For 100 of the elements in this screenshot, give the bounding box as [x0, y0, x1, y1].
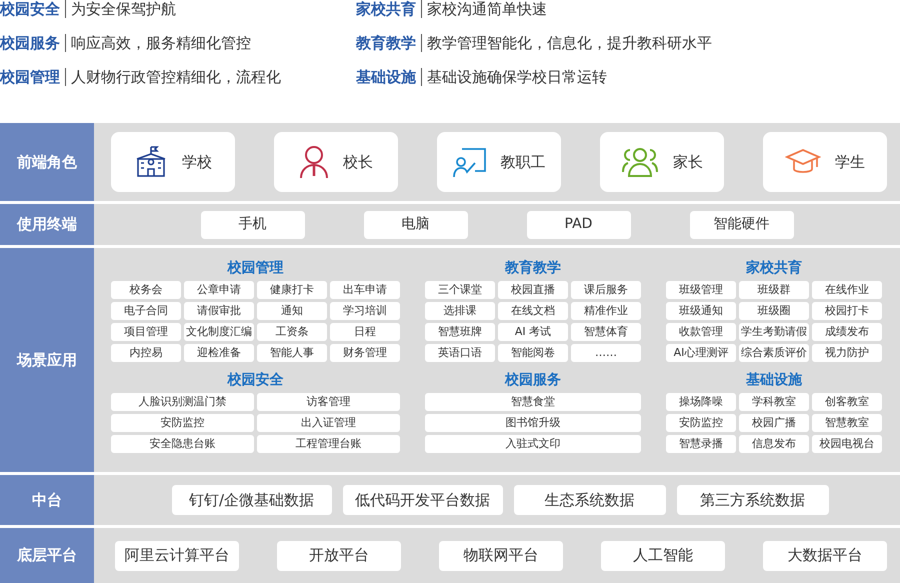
- feature-chip: 安全隐患台账: [111, 435, 254, 453]
- section-title: 教育教学: [504, 258, 562, 278]
- layer-label: 底层平台: [0, 528, 94, 583]
- layer-label: 中台: [0, 475, 94, 525]
- teacher-icon: [452, 145, 486, 179]
- feature-description: 教学管理智能化，信息化，提升教科研水平: [421, 34, 712, 52]
- feature-chip: 人脸识别测温门禁: [111, 393, 254, 411]
- feature-chip: 班级通知: [666, 302, 736, 320]
- layer-label: 场景应用: [0, 248, 94, 472]
- feature-title: 基础设施: [356, 68, 416, 86]
- platform-chip: 物联网平台: [439, 540, 563, 570]
- layer-label: 使用终端: [0, 204, 94, 245]
- platform-chip: 手机: [200, 210, 304, 238]
- feature-chip: AI 考试: [498, 323, 568, 341]
- feature-chip: 成绩发布: [812, 323, 882, 341]
- feature-chip: 安防监控: [111, 414, 254, 432]
- feature-chip: 工程管理台账: [257, 435, 400, 453]
- section-title: 基础设施: [745, 371, 803, 390]
- section-title: 校园管理: [226, 259, 284, 278]
- platform-chip: 智能硬件: [690, 210, 794, 238]
- feature-chip: 访客管理: [257, 393, 400, 411]
- feature-chip: 出入证管理: [257, 414, 400, 432]
- role-label: 学生: [835, 152, 865, 173]
- feature-chip: 创客教室: [812, 393, 882, 411]
- feature-chip: 智能阅卷: [498, 344, 568, 362]
- platform-chip: 第三方系统数据: [676, 485, 828, 515]
- feature-chip: 视力防护: [812, 344, 882, 362]
- feature-chip: 校园直播: [498, 281, 568, 299]
- feature-chip: 工资条: [257, 323, 327, 341]
- feature-chip: 智慧食堂: [425, 393, 641, 411]
- feature-chip: 电子合同: [111, 302, 181, 320]
- feature-chip: 内控易: [111, 344, 181, 362]
- platform-chip: 大数据平台: [763, 540, 887, 570]
- platform-chip: 钉钉/企微基础数据: [172, 485, 332, 515]
- feature-chip: 收款管理: [666, 323, 736, 341]
- feature-chip: 健康打卡: [257, 281, 327, 299]
- feature-title: 教育教学: [356, 34, 416, 52]
- feature-chip: 学科教室: [739, 393, 809, 411]
- person-icon: [299, 145, 329, 179]
- role-label: 校长: [343, 152, 373, 173]
- feature-chip: 智慧教室: [812, 414, 882, 432]
- feature-chip: 迎检准备: [184, 344, 254, 362]
- role-label: 学校: [182, 152, 212, 173]
- feature-chip: 项目管理: [111, 323, 181, 341]
- feature-chip: 安防监控: [666, 414, 736, 432]
- feature-description: 响应高效，服务精细化管控: [65, 34, 251, 52]
- platform-chip: PAD: [526, 210, 630, 238]
- feature-chip: 学习培训: [330, 302, 400, 320]
- feature-chip: 智慧体育: [571, 323, 641, 341]
- feature-chip: 校园电视台: [812, 435, 882, 453]
- feature-chip: 智能人事: [257, 344, 327, 362]
- layer-label: 前端角色: [0, 123, 94, 201]
- feature-chip: AI心理测评: [666, 344, 736, 362]
- feature-chip: 精准作业: [571, 302, 641, 320]
- platform-chip: 阿里云计算平台: [115, 540, 239, 570]
- feature-chip: 班级管理: [666, 281, 736, 299]
- section-title: 校园安全: [226, 370, 284, 390]
- school-icon: [134, 145, 168, 179]
- feature-chip: 校务会: [111, 281, 181, 299]
- feature-chip: 校园打卡: [812, 302, 882, 320]
- feature-chip: 综合素质评价: [739, 344, 809, 362]
- feature-chip: 班级圈: [739, 302, 809, 320]
- feature-chip: 智慧班牌: [425, 323, 495, 341]
- role-label: 家长: [673, 152, 703, 173]
- section-title: 家校共育: [745, 258, 803, 278]
- feature-chip: 文化制度汇编: [184, 323, 254, 341]
- feature-chip: 英语口语: [425, 344, 495, 362]
- feature-chip: 财务管理: [330, 344, 400, 362]
- platform-chip: 低代码开发平台数据: [342, 485, 502, 515]
- feature-description: 为安全保驾护航: [65, 0, 176, 18]
- feature-chip: 信息发布: [739, 435, 809, 453]
- feature-chip: ……: [571, 344, 641, 362]
- feature-chip: 操场降噪: [666, 393, 736, 411]
- platform-chip: 电脑: [364, 210, 468, 238]
- feature-chip: 班级群: [739, 281, 809, 299]
- feature-chip: 选排课: [425, 302, 495, 320]
- feature-chip: 智慧录播: [666, 435, 736, 453]
- feature-chip: 日程: [330, 323, 400, 341]
- feature-chip: 三个课堂: [425, 281, 495, 299]
- feature-chip: 学生考勤请假: [739, 323, 809, 341]
- feature-chip: 通知: [257, 302, 327, 320]
- feature-description: 基础设施确保学校日常运转: [421, 68, 607, 86]
- section-title: 校园服务: [504, 371, 562, 390]
- feature-chip: 图书馆升级: [425, 414, 641, 432]
- feature-chip: 公章申请: [184, 281, 254, 299]
- feature-chip: 出车申请: [330, 281, 400, 299]
- platform-chip: 生态系统数据: [514, 485, 666, 515]
- role-label: 教职工: [500, 152, 546, 173]
- feature-chip: 请假审批: [184, 302, 254, 320]
- platform-chip: 开放平台: [277, 540, 401, 570]
- feature-description: 人财物行政管控精细化，流程化: [65, 68, 281, 86]
- feature-chip: 课后服务: [571, 281, 641, 299]
- platform-chip: 人工智能: [601, 540, 725, 570]
- feature-chip: 在线作业: [812, 281, 882, 299]
- parents-icon: [621, 146, 659, 178]
- feature-chip: 校园广播: [739, 414, 809, 432]
- feature-chip: 在线文档: [498, 302, 568, 320]
- feature-description: 家校沟通简单快速: [421, 0, 547, 18]
- feature-chip: 入驻式文印: [425, 435, 641, 453]
- feature-title: 家校共育: [356, 0, 416, 18]
